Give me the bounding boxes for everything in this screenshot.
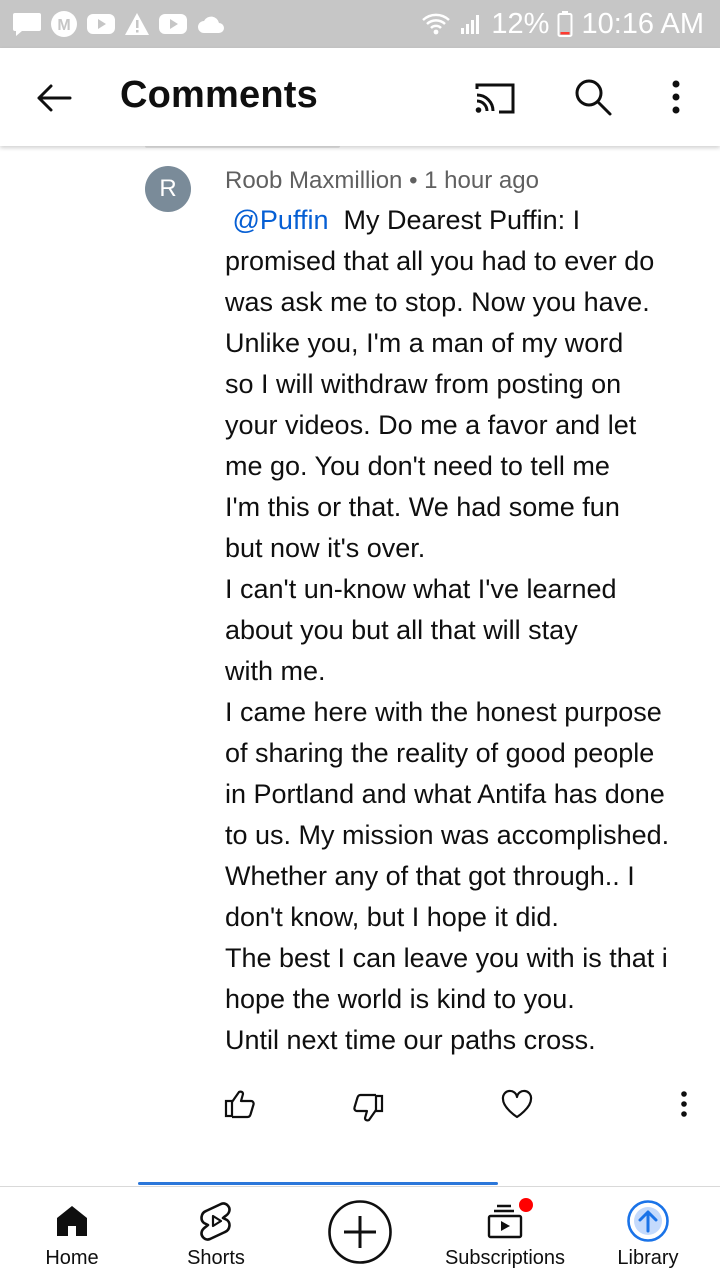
comment-line: I came here with the honest purpose bbox=[225, 697, 662, 727]
comment-line: to us. My mission was accomplished. bbox=[225, 820, 670, 850]
comment-text: @Puffin My Dearest Puffin: I promised th… bbox=[225, 200, 697, 1061]
signal-icon bbox=[459, 12, 483, 36]
battery-percent: 12% bbox=[491, 7, 550, 40]
app-badge-icon: M bbox=[50, 10, 78, 38]
message-icon bbox=[12, 11, 42, 37]
comment-actions bbox=[0, 1084, 720, 1124]
meta-separator: • bbox=[409, 167, 418, 194]
notification-icons: M bbox=[12, 10, 226, 38]
svg-text:M: M bbox=[57, 17, 70, 34]
back-button[interactable] bbox=[30, 74, 78, 122]
search-icon bbox=[575, 79, 612, 116]
thumb-down-icon bbox=[353, 1093, 384, 1122]
wifi-icon bbox=[421, 12, 451, 36]
cloud-icon bbox=[196, 13, 226, 35]
library-icon bbox=[626, 1199, 670, 1243]
heart-button[interactable] bbox=[497, 1084, 537, 1124]
avatar[interactable]: R bbox=[145, 166, 191, 212]
youtube-icon bbox=[158, 13, 188, 35]
more-options-button[interactable] bbox=[656, 72, 696, 122]
nav-shorts[interactable]: Shorts bbox=[172, 1187, 260, 1280]
comment-header: Roob Maxmillion • 1 hour ago bbox=[225, 167, 539, 195]
comment-line: I can't un-know what I've learned bbox=[225, 574, 617, 604]
heart-icon bbox=[501, 1089, 533, 1119]
status-indicators: 12% 10:16 AM bbox=[421, 6, 704, 42]
comment-line: I'm this or that. We had some fun bbox=[225, 492, 620, 522]
comment-line: with me. bbox=[225, 656, 326, 686]
like-button[interactable] bbox=[220, 1084, 260, 1124]
comment-line: promised that all you had to ever do bbox=[225, 246, 655, 276]
home-icon bbox=[54, 1199, 90, 1243]
app-bar: Comments bbox=[0, 48, 720, 146]
bottom-navigation: Home Shorts Subscriptions Library bbox=[0, 1186, 720, 1280]
notification-dot bbox=[519, 1198, 533, 1212]
comment-line: in Portland and what Antifa has done bbox=[225, 779, 665, 809]
thumb-up-icon bbox=[224, 1090, 255, 1119]
comment-line: Until next time our paths cross. bbox=[225, 1025, 596, 1055]
add-circle-icon bbox=[328, 1200, 392, 1264]
clock: 10:16 AM bbox=[581, 7, 704, 40]
nav-home[interactable]: Home bbox=[30, 1187, 114, 1280]
comment-reply: R Roob Maxmillion • 1 hour ago @Puffin M… bbox=[0, 150, 720, 1150]
more-vert-icon bbox=[672, 80, 680, 114]
battery-icon bbox=[557, 10, 573, 38]
search-button[interactable] bbox=[568, 72, 618, 122]
nav-library-label: Library bbox=[617, 1247, 679, 1269]
comment-line: @Puffin My Dearest Puffin: I bbox=[225, 200, 697, 241]
comment-more-button[interactable] bbox=[664, 1084, 704, 1124]
comment-line: don't know, but I hope it did. bbox=[225, 902, 559, 932]
mention-link[interactable]: @Puffin bbox=[233, 205, 329, 235]
arrow-left-icon bbox=[37, 84, 72, 112]
nav-home-label: Home bbox=[45, 1247, 99, 1269]
comment-line: The best I can leave you with is that i bbox=[225, 943, 668, 973]
cast-icon bbox=[475, 83, 515, 114]
next-reply-peek bbox=[138, 1178, 498, 1186]
comment-time: 1 hour ago bbox=[424, 167, 539, 194]
status-bar: M 12% 10:16 AM bbox=[0, 0, 720, 48]
comment-line: Unlike you, I'm a man of my word bbox=[225, 328, 624, 358]
create-button[interactable] bbox=[327, 1199, 393, 1265]
comment-line: of sharing the reality of good people bbox=[225, 738, 655, 768]
dislike-button[interactable] bbox=[348, 1088, 388, 1128]
warning-icon bbox=[124, 12, 150, 36]
subscriptions-icon bbox=[485, 1198, 533, 1243]
page-title: Comments bbox=[120, 74, 318, 116]
comment-line: so I will withdraw from posting on bbox=[225, 369, 622, 399]
youtube-icon bbox=[86, 13, 116, 35]
comment-line: Whether any of that got through.. I bbox=[225, 861, 635, 891]
nav-subscriptions[interactable]: Subscriptions bbox=[440, 1187, 570, 1280]
comment-line: hope the world is kind to you. bbox=[225, 984, 575, 1014]
nav-library[interactable]: Library bbox=[604, 1187, 692, 1280]
shorts-icon bbox=[198, 1199, 234, 1243]
comment-line: your videos. Do me a favor and let bbox=[225, 410, 637, 440]
nav-subscriptions-label: Subscriptions bbox=[444, 1247, 566, 1269]
more-vert-icon bbox=[681, 1091, 687, 1117]
comment-line: about you but all that will stay bbox=[225, 615, 578, 645]
comment-author[interactable]: Roob Maxmillion bbox=[225, 167, 402, 194]
comment-line-text: My Dearest Puffin: I bbox=[343, 205, 581, 235]
cast-button[interactable] bbox=[470, 74, 520, 122]
comment-line: was ask me to stop. Now you have. bbox=[225, 287, 650, 317]
comment-line: me go. You don't need to tell me bbox=[225, 451, 610, 481]
nav-shorts-label: Shorts bbox=[187, 1247, 245, 1269]
comment-line: but now it's over. bbox=[225, 533, 426, 563]
